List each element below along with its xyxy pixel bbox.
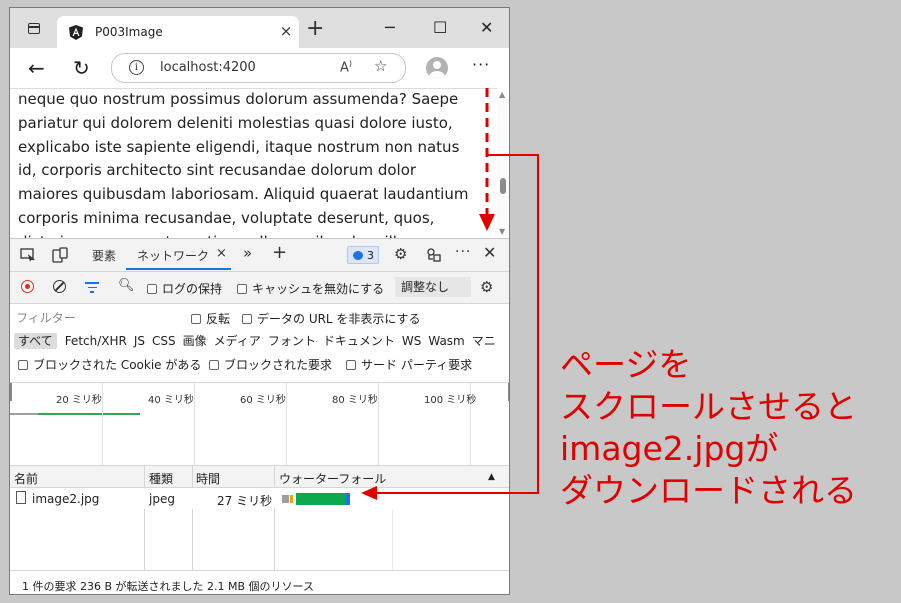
annotation-line: ページを (560, 345, 692, 384)
pointer-arrow-line (375, 154, 539, 494)
annotation-arrows (361, 88, 539, 500)
annotation-line: スクロールさせると (560, 387, 857, 426)
annotation-text: ページを スクロールさせると image2.jpgが ダウンロードされる (560, 344, 857, 512)
pointer-arrowhead-icon (361, 486, 377, 500)
annotation-line: image2.jpgが (560, 429, 779, 468)
annotation-line: ダウンロードされる (560, 471, 857, 510)
scroll-arrowhead-icon (479, 214, 495, 231)
